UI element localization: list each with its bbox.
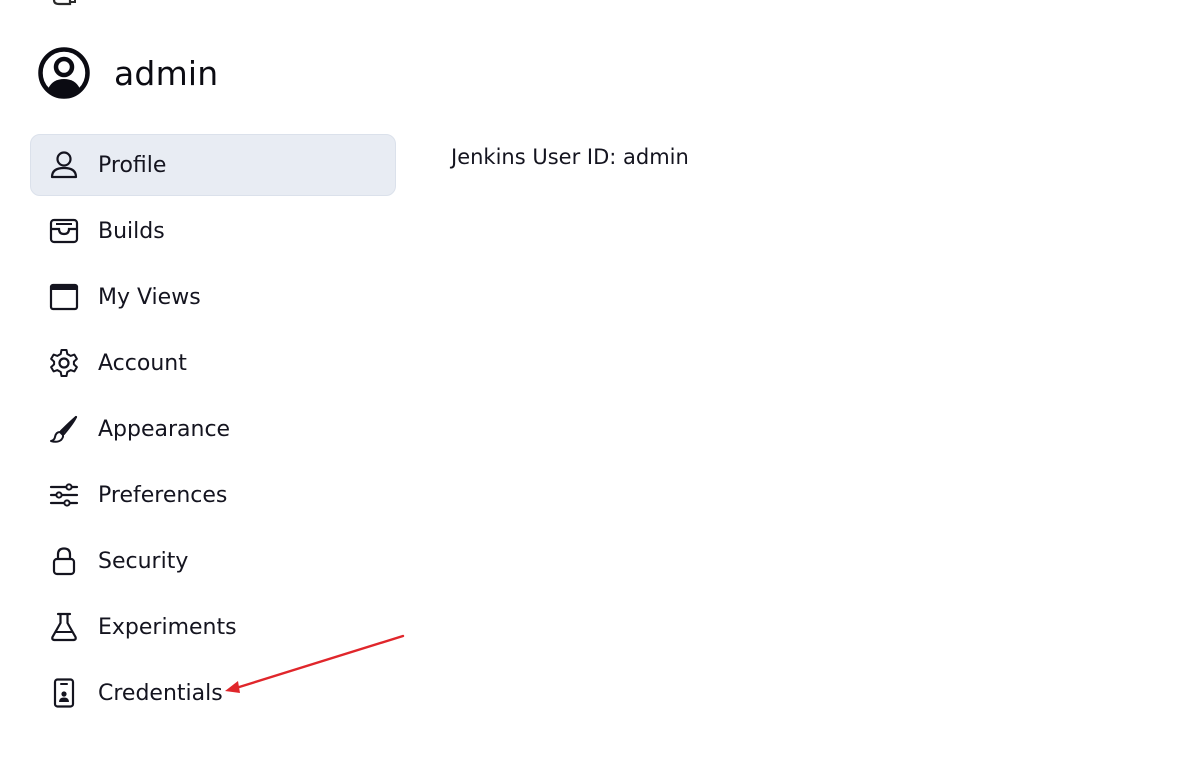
side-item-appearance[interactable]: Appearance xyxy=(30,398,396,460)
user-header: admin xyxy=(38,46,218,100)
side-item-profile[interactable]: Profile xyxy=(30,134,396,196)
user-name: admin xyxy=(114,53,219,93)
side-item-credentials[interactable]: Credentials xyxy=(30,662,396,724)
side-item-label: Appearance xyxy=(98,416,231,442)
paintbrush-icon xyxy=(48,413,80,445)
side-item-label: Profile xyxy=(98,152,167,178)
user-circle-icon xyxy=(38,47,90,99)
inbox-tray-icon xyxy=(48,215,80,247)
jenkins-user-id: Jenkins User ID: admin xyxy=(451,145,689,169)
side-item-label: Preferences xyxy=(98,482,228,508)
side-item-account[interactable]: Account xyxy=(30,332,396,394)
side-item-preferences[interactable]: Preferences xyxy=(30,464,396,526)
side-item-label: Experiments xyxy=(98,614,237,640)
gear-icon xyxy=(48,347,80,379)
main-content: Jenkins User ID: admin xyxy=(451,145,689,169)
side-item-my-views[interactable]: My Views xyxy=(30,266,396,328)
side-item-label: Builds xyxy=(98,218,165,244)
lock-icon xyxy=(48,545,80,577)
id-badge-icon xyxy=(48,677,80,709)
side-item-experiments[interactable]: Experiments xyxy=(30,596,396,658)
side-item-security[interactable]: Security xyxy=(30,530,396,592)
side-item-label: Credentials xyxy=(98,680,223,706)
side-item-label: My Views xyxy=(98,284,201,310)
jenkins-logo-icon[interactable] xyxy=(50,0,80,10)
flask-icon xyxy=(48,611,80,643)
person-icon xyxy=(48,149,80,181)
side-panel: Profile Builds My Views Account Appearan… xyxy=(30,134,396,728)
sliders-icon xyxy=(48,479,80,511)
window-icon xyxy=(48,281,80,313)
page: admin Profile Builds My Views Account Ap… xyxy=(0,0,1180,774)
side-item-label: Security xyxy=(98,548,189,574)
side-item-builds[interactable]: Builds xyxy=(30,200,396,262)
side-item-label: Account xyxy=(98,350,187,376)
